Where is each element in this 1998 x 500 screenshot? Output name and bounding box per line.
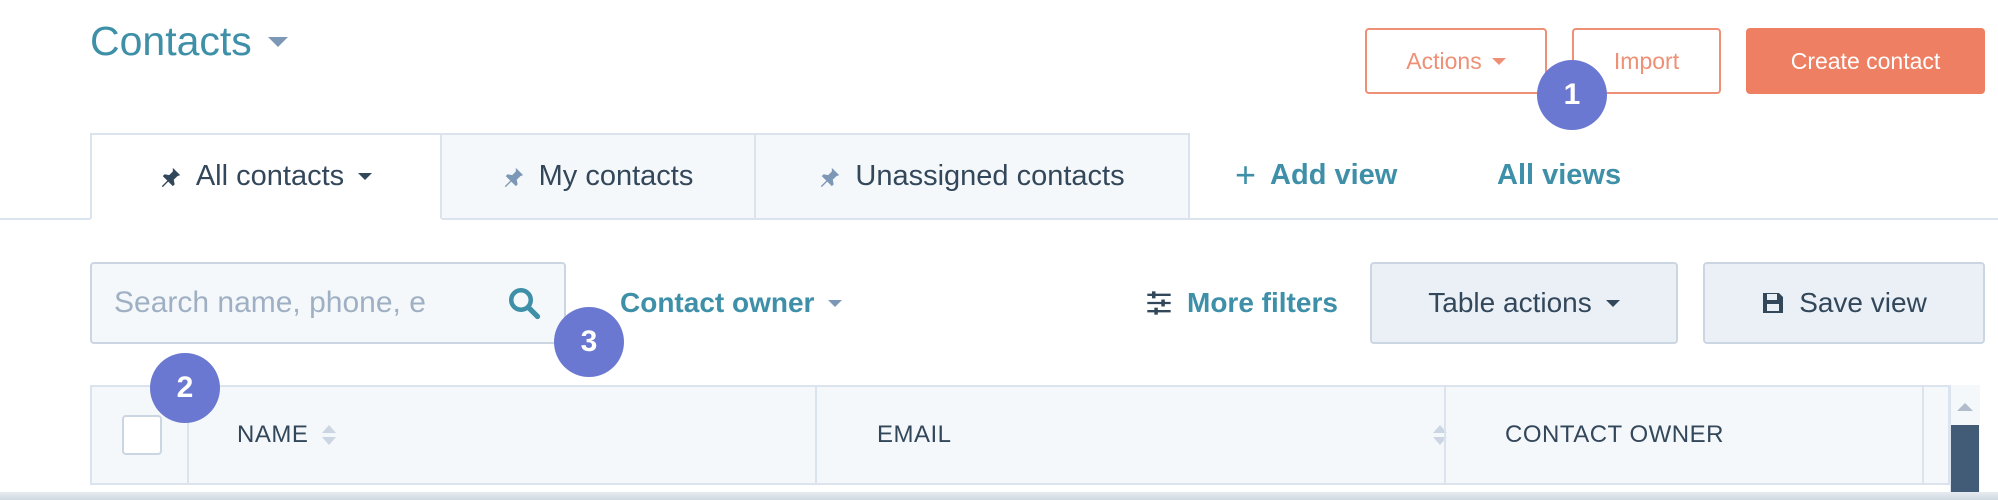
step-badge: 2	[150, 353, 220, 423]
column-header-email[interactable]: EMAIL	[877, 387, 1447, 483]
column-header-label: NAME	[237, 421, 309, 448]
tab-unassigned-contacts[interactable]: Unassigned contacts	[754, 133, 1190, 220]
import-label: Import	[1613, 47, 1680, 74]
save-icon	[1763, 293, 1784, 313]
add-view-label: Add view	[1270, 158, 1398, 191]
actions-button[interactable]: Actions	[1365, 28, 1547, 94]
tab-label: Unassigned contacts	[855, 160, 1125, 192]
save-view-label: Save view	[1799, 287, 1927, 318]
step-badge: 3	[554, 307, 624, 377]
search-field[interactable]	[90, 262, 566, 344]
column-header-label: EMAIL	[877, 421, 952, 448]
table-actions-label: Table actions	[1428, 287, 1592, 318]
tab-my-contacts[interactable]: My contacts	[440, 133, 756, 220]
tab-all-contacts[interactable]: All contacts	[90, 133, 442, 220]
search-input[interactable]	[114, 286, 484, 320]
contact-owner-label: Contact owner	[620, 287, 815, 318]
add-view-button[interactable]: + Add view	[1235, 155, 1397, 195]
column-header-label: CONTACT OWNER	[1505, 421, 1724, 448]
caret-down-icon	[828, 299, 843, 307]
plus-icon: +	[1235, 154, 1257, 195]
more-filters-label: More filters	[1187, 287, 1338, 318]
create-contact-label: Create contact	[1790, 47, 1941, 74]
column-divider	[1444, 387, 1446, 483]
page-title-text: Contacts	[90, 18, 252, 64]
create-contact-button[interactable]: Create contact	[1746, 28, 1985, 94]
sort-icon[interactable]	[322, 425, 337, 445]
pin-icon	[504, 167, 523, 187]
all-views-link[interactable]: All views	[1497, 155, 1621, 195]
scrollbar-thumb[interactable]	[1951, 425, 1979, 500]
column-header-name[interactable]: NAME	[237, 387, 337, 483]
search-icon[interactable]	[506, 285, 542, 321]
all-views-label: All views	[1497, 158, 1622, 191]
more-filters-button[interactable]: More filters	[1145, 283, 1338, 323]
bottom-edge	[0, 492, 1998, 500]
column-divider	[1922, 387, 1924, 483]
save-view-button[interactable]: Save view	[1703, 262, 1985, 344]
actions-label: Actions	[1406, 47, 1482, 74]
filter-sliders-icon	[1147, 291, 1171, 315]
contact-owner-filter[interactable]: Contact owner	[620, 283, 843, 323]
checkbox-box[interactable]	[122, 415, 162, 455]
step-badge: 1	[1537, 60, 1607, 130]
pin-icon	[821, 167, 840, 187]
tab-label: My contacts	[538, 160, 694, 192]
caret-down-icon	[358, 173, 373, 180]
column-divider	[815, 387, 817, 483]
scroll-up-icon[interactable]	[1957, 403, 1973, 411]
table-actions-button[interactable]: Table actions	[1370, 262, 1678, 344]
page-title[interactable]: Contacts	[90, 18, 288, 65]
caret-down-icon	[1491, 57, 1506, 65]
select-all-checkbox[interactable]	[122, 415, 162, 455]
table-header: NAME EMAIL CONTACT OWNER	[90, 385, 1975, 485]
caret-down-icon	[267, 36, 288, 47]
pin-icon	[161, 167, 181, 187]
tab-label: All contacts	[195, 160, 345, 192]
caret-down-icon	[1605, 299, 1620, 307]
column-header-contact-owner[interactable]: CONTACT OWNER	[1505, 387, 1975, 483]
